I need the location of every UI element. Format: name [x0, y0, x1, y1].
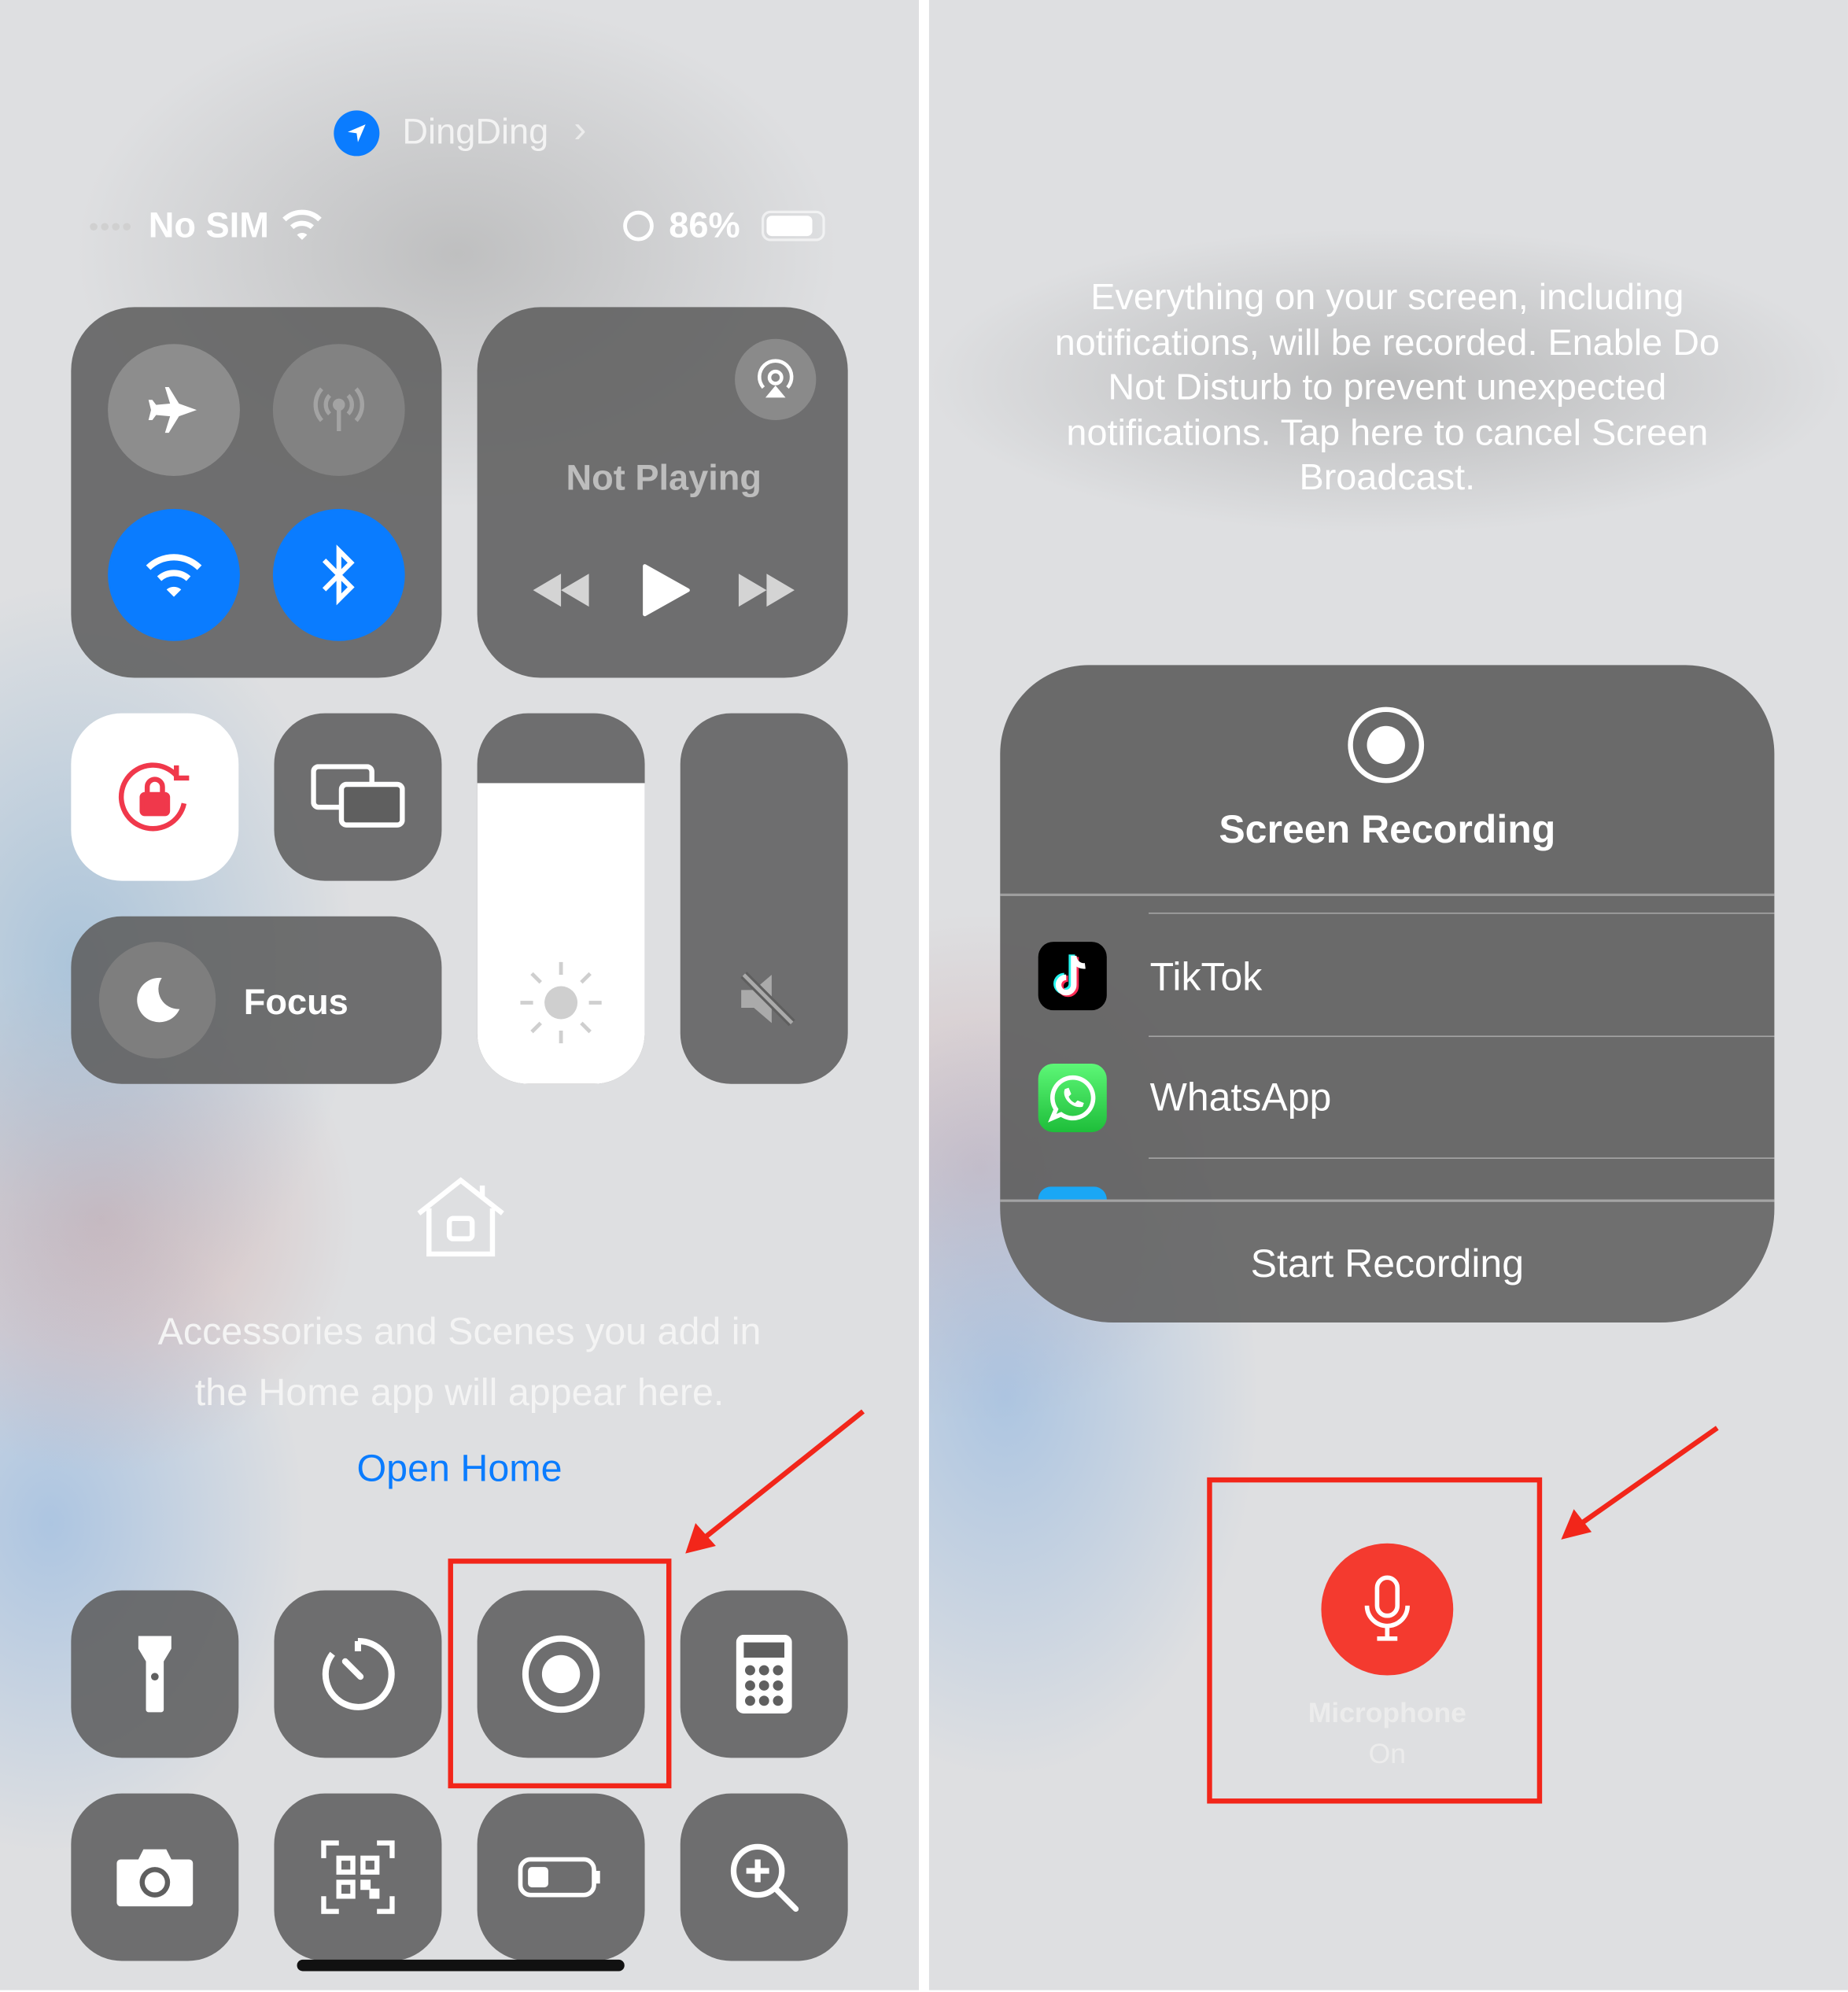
- qr-scanner-icon: [321, 1840, 395, 1914]
- focus-moon-circle: [98, 942, 216, 1059]
- camera-icon: [116, 1849, 194, 1907]
- home-indicator[interactable]: [297, 1959, 625, 1972]
- notice-line: Everything on your screen, including: [1090, 277, 1684, 319]
- start-recording-button[interactable]: Start Recording: [1000, 1201, 1775, 1323]
- control-center: DingDing › •••• No SIM 86% Not Playing F…: [0, 0, 920, 1990]
- partial-app-icon: [1038, 1186, 1107, 1200]
- notice-line: notifications. Tap here to cancel Screen: [1066, 413, 1709, 454]
- open-home-link[interactable]: Open Home: [357, 1448, 563, 1492]
- volume-slider[interactable]: [680, 713, 848, 1084]
- airplane-mode-toggle[interactable]: [108, 344, 240, 476]
- brightness-icon: [520, 961, 602, 1044]
- calculator-icon: [736, 1634, 792, 1713]
- divider: [1000, 893, 1775, 896]
- start-recording-label: Start Recording: [1250, 1241, 1525, 1286]
- screen-record-icon: [1348, 706, 1425, 784]
- app-row-tiktok[interactable]: TikTok: [1000, 914, 1774, 1036]
- screen-mirroring-icon: [311, 764, 405, 828]
- low-power-mode-button[interactable]: [477, 1793, 645, 1961]
- timer-icon: [322, 1637, 395, 1710]
- flashlight-icon: [138, 1636, 172, 1713]
- orientation-lock-status-icon: [623, 210, 654, 242]
- annotation-arrow: [1561, 1426, 1719, 1540]
- signal-dots: ••••: [88, 210, 134, 243]
- cellular-data-toggle[interactable]: [272, 344, 405, 476]
- low-power-icon: [518, 1857, 600, 1898]
- tiktok-icon: [1038, 942, 1107, 1011]
- flashlight-button[interactable]: [71, 1590, 239, 1758]
- code-scanner-button[interactable]: [274, 1793, 442, 1961]
- airplane-icon: [148, 387, 197, 433]
- calculator-button[interactable]: [680, 1590, 848, 1758]
- mute-icon: [740, 972, 795, 1027]
- app-name: TikTok: [1149, 954, 1263, 999]
- moon-icon: [137, 977, 180, 1023]
- wifi-icon: [146, 554, 202, 597]
- wifi-status-icon: [282, 209, 322, 240]
- notice-line: notifications, will be recorded. Enable …: [1054, 323, 1720, 364]
- home-icon: [417, 1177, 504, 1257]
- bluetooth-icon: [322, 544, 355, 606]
- app-name: WhatsApp: [1149, 1075, 1332, 1120]
- home-empty-line-2: the Home app will appear here.: [194, 1371, 725, 1415]
- home-empty-line-1: Accessories and Scenes you add in: [157, 1311, 762, 1353]
- brightness-slider[interactable]: [477, 713, 645, 1084]
- chevron-right-icon: ›: [574, 109, 587, 151]
- rotation-lock-icon: [118, 762, 190, 832]
- sheet-title: Screen Recording: [1219, 807, 1556, 852]
- rewind-icon[interactable]: [530, 571, 591, 609]
- divider: [1149, 1157, 1775, 1159]
- panel-divider: [919, 0, 929, 1990]
- magnifier-button[interactable]: [680, 1793, 848, 1961]
- media-title: Not Playing: [566, 458, 762, 498]
- bluetooth-toggle[interactable]: [272, 508, 405, 641]
- cellular-icon: [313, 387, 364, 431]
- timer-button[interactable]: [274, 1590, 442, 1758]
- airplay-button[interactable]: [735, 338, 817, 421]
- orientation-lock-toggle[interactable]: [71, 713, 239, 881]
- magnifier-icon: [730, 1843, 799, 1913]
- wifi-toggle[interactable]: [108, 508, 240, 641]
- screen-mirroring-button[interactable]: [274, 713, 442, 881]
- play-icon[interactable]: [642, 563, 690, 617]
- carrier-label: No SIM: [148, 205, 269, 245]
- location-icon: [334, 110, 380, 157]
- camera-button[interactable]: [71, 1793, 239, 1961]
- annotation-highlight-box: [448, 1559, 672, 1789]
- annotation-arrow: [685, 1409, 865, 1554]
- notice-line: Not Disturb to prevent unexpected: [1108, 367, 1667, 408]
- airplay-icon: [758, 359, 794, 398]
- annotation-highlight-box: [1207, 1477, 1543, 1804]
- notice-line: Broadcast.: [1299, 457, 1476, 499]
- screen-recording-panel: Everything on your screen, including not…: [928, 0, 1848, 1990]
- battery-icon: [761, 210, 825, 242]
- whatsapp-icon: [1038, 1063, 1107, 1133]
- broadcast-sheet: Screen Recording TikTok WhatsApp Start R…: [1000, 665, 1775, 1323]
- battery-percent: 86%: [669, 205, 740, 245]
- location-app-name[interactable]: DingDing: [402, 112, 548, 153]
- app-row-whatsapp[interactable]: WhatsApp: [1000, 1037, 1774, 1159]
- fast-forward-icon[interactable]: [736, 571, 797, 609]
- focus-label: Focus: [243, 982, 349, 1022]
